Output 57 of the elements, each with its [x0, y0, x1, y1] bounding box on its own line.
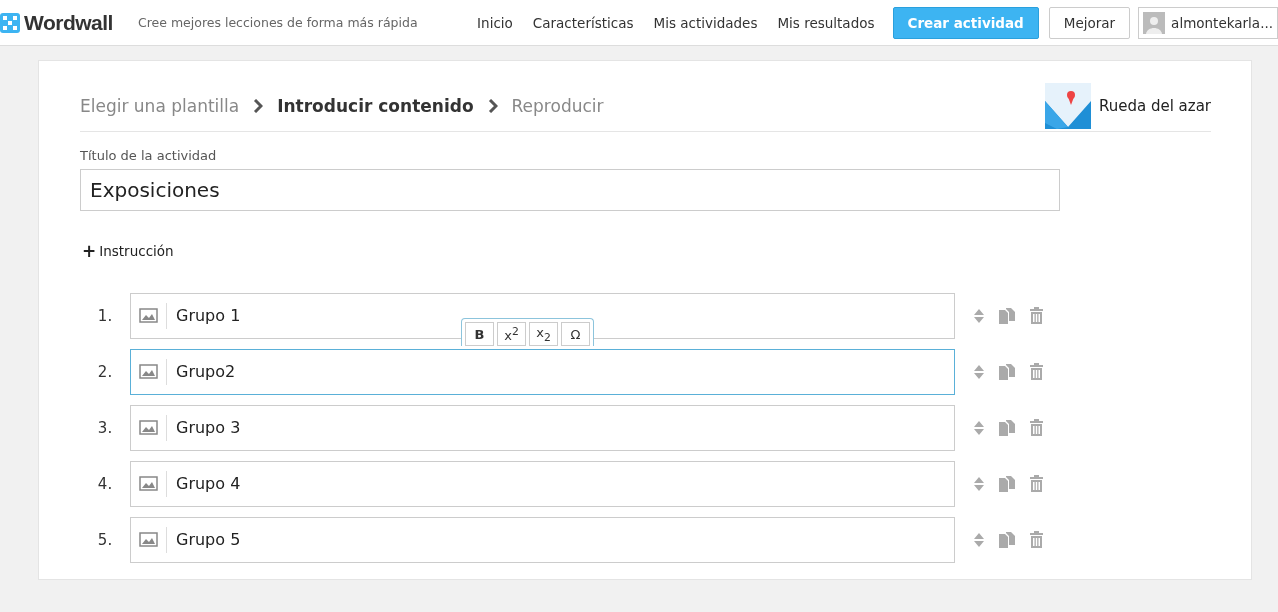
title-input[interactable]: Exposiciones [80, 169, 1060, 211]
template-name: Rueda del azar [1098, 97, 1211, 115]
wheel-template-icon [1044, 83, 1091, 129]
item-text-input[interactable]: Grupo 5 [167, 530, 954, 549]
step-link[interactable]: Introducir contenido [277, 96, 474, 116]
reorder-icon[interactable] [973, 475, 985, 492]
item-text-input[interactable]: Grupo2 [167, 362, 954, 381]
item-number: 5. [96, 530, 114, 549]
nav-link[interactable]: Características [532, 14, 634, 31]
image-icon[interactable] [139, 476, 158, 491]
image-icon[interactable] [139, 308, 158, 323]
item-field[interactable]: Grupo 5 [130, 516, 955, 563]
nav-link[interactable]: Mis resultados [777, 14, 875, 31]
step-link[interactable]: Elegir una plantilla [80, 96, 240, 116]
reorder-icon[interactable] [973, 419, 985, 436]
duplicate-icon[interactable] [998, 474, 1016, 493]
user-menu[interactable]: almontekarla... [1138, 6, 1278, 39]
item-text-input[interactable]: Grupo 4 [167, 474, 954, 493]
image-icon[interactable] [139, 364, 158, 379]
nav-link[interactable]: Inicio [477, 14, 513, 31]
reorder-icon[interactable] [973, 363, 985, 380]
duplicate-icon[interactable] [998, 306, 1016, 325]
avatar-icon [1143, 11, 1166, 34]
item-number: 2. [96, 362, 114, 381]
trash-icon[interactable] [1029, 475, 1044, 492]
item-number: 3. [96, 418, 114, 437]
duplicate-icon[interactable] [998, 530, 1016, 549]
item-field[interactable]: Grupo 3 [130, 404, 955, 451]
reorder-icon[interactable] [973, 307, 985, 324]
field-label: Título de la actividad [80, 148, 218, 163]
trash-icon[interactable] [1029, 363, 1044, 380]
item-number: 4. [96, 474, 114, 493]
item-text-input[interactable]: Grupo 3 [167, 418, 954, 437]
brand-name[interactable]: Wordwall [24, 10, 113, 35]
add-instruction-button[interactable]: + Instrucción [82, 241, 174, 261]
nav-link[interactable]: Mis actividades [653, 14, 758, 31]
trash-icon[interactable] [1029, 419, 1044, 436]
image-icon[interactable] [139, 532, 158, 547]
trash-icon[interactable] [1029, 531, 1044, 548]
item-field[interactable]: Grupo 4 [130, 460, 955, 507]
reorder-icon[interactable] [973, 531, 985, 548]
upgrade-button[interactable]: Mejorar [1048, 6, 1131, 39]
item-number: 1. [96, 306, 114, 325]
image-icon[interactable] [139, 420, 158, 435]
item-text-input[interactable]: Grupo 1 [167, 306, 954, 325]
duplicate-icon[interactable] [998, 362, 1016, 381]
format-button[interactable]: Ω [561, 322, 590, 346]
chevron-icon [253, 99, 264, 113]
step-link[interactable]: Reproducir [511, 96, 604, 116]
trash-icon[interactable] [1029, 307, 1044, 324]
duplicate-icon[interactable] [998, 418, 1016, 437]
format-button[interactable]: x$^{2}$ [497, 322, 526, 346]
format-button[interactable]: x$_{2}$ [529, 322, 558, 346]
tagline: Cree mejores lecciones de forma más rápida [137, 15, 419, 30]
chevron-icon [487, 99, 498, 113]
item-field[interactable]: Grupo2 [130, 348, 955, 395]
format-button[interactable]: B [465, 322, 494, 346]
